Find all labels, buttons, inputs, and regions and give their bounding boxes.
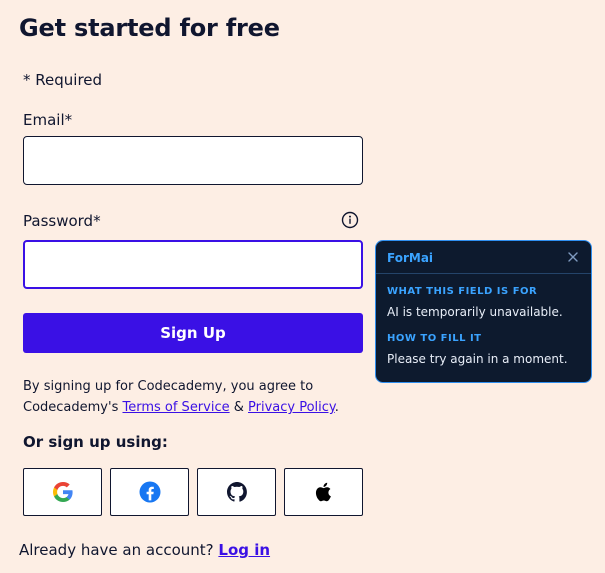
- terms-notice: By signing up for Codecademy, you agree …: [23, 376, 363, 418]
- agree-end: .: [334, 400, 339, 415]
- sign-up-button[interactable]: Sign Up: [23, 313, 363, 353]
- privacy-policy-link[interactable]: Privacy Policy: [248, 400, 335, 415]
- social-signup-label: Or sign up using:: [23, 433, 168, 451]
- already-text: Already have an account?: [19, 541, 219, 559]
- google-signup-button[interactable]: [23, 468, 102, 516]
- password-field[interactable]: [23, 240, 363, 289]
- formai-tooltip: ForMai WHAT THIS FIELD IS FOR AI is temp…: [375, 240, 592, 383]
- info-icon[interactable]: [341, 211, 359, 229]
- apple-icon: [315, 482, 331, 502]
- password-label: Password*: [23, 212, 101, 230]
- github-signup-button[interactable]: [197, 468, 276, 516]
- tooltip-section-heading: HOW TO FILL IT: [387, 333, 482, 344]
- apple-signup-button[interactable]: [284, 468, 363, 516]
- github-icon: [226, 482, 247, 502]
- facebook-signup-button[interactable]: [110, 468, 189, 516]
- google-icon: [52, 482, 73, 502]
- email-field[interactable]: [23, 136, 363, 185]
- log-in-link[interactable]: Log in: [218, 541, 270, 559]
- tooltip-section-text: Please try again in a moment.: [387, 352, 568, 366]
- agree-and: &: [229, 400, 249, 415]
- email-label: Email*: [23, 111, 73, 129]
- tooltip-header: ForMai: [376, 241, 591, 274]
- page-title: Get started for free: [19, 14, 280, 42]
- tooltip-section-text: AI is temporarily unavailable.: [387, 305, 563, 319]
- tooltip-section-heading: WHAT THIS FIELD IS FOR: [387, 286, 538, 297]
- tooltip-title: ForMai: [387, 251, 434, 265]
- required-note: * Required: [23, 71, 103, 89]
- facebook-icon: [139, 481, 160, 503]
- login-prompt: Already have an account? Log in: [19, 541, 270, 559]
- close-icon[interactable]: [567, 251, 579, 263]
- terms-of-service-link[interactable]: Terms of Service: [122, 400, 229, 415]
